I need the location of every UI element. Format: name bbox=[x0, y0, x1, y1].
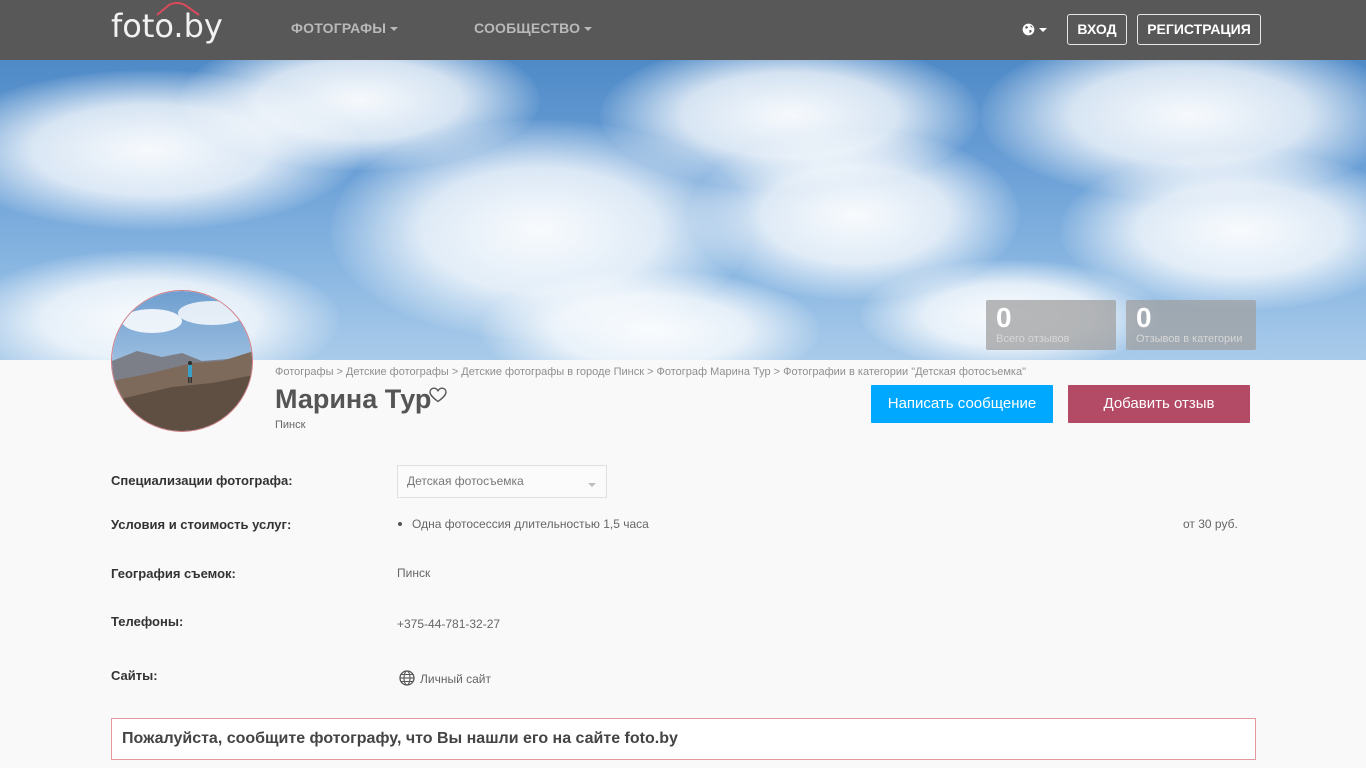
total-reviews-stat: 0 Всего отзывов bbox=[986, 300, 1116, 350]
breadcrumb-separator: > bbox=[773, 366, 781, 378]
chevron-down-icon bbox=[1039, 27, 1047, 32]
geography-label: География съемок: bbox=[111, 566, 236, 581]
photographer-city: Пинск bbox=[275, 419, 306, 431]
sites-label: Сайты: bbox=[111, 668, 158, 683]
breadcrumb-item: Фотографии в категории "Детская фотосъем… bbox=[783, 366, 1027, 378]
breadcrumb: Фотографы > Детские фотографы > Детские фото… bbox=[275, 366, 1026, 378]
breadcrumb-item[interactable]: Фотографы bbox=[275, 366, 333, 378]
register-button[interactable]: Регистрация bbox=[1137, 14, 1261, 45]
nav-photographers-label[interactable]: Фотографы bbox=[291, 20, 386, 36]
add-review-button[interactable]: Добавить отзыв bbox=[1068, 385, 1250, 423]
login-button[interactable]: Вход bbox=[1067, 14, 1127, 45]
avatar-photo bbox=[112, 291, 252, 431]
site-globe-icon bbox=[399, 670, 415, 686]
personal-site-link[interactable]: Личный сайт bbox=[420, 672, 491, 686]
heart-icon[interactable] bbox=[429, 387, 447, 403]
phone-value[interactable]: +375-44-781-32-27 bbox=[397, 617, 500, 631]
logo-roof-icon bbox=[156, 2, 200, 16]
breadcrumb-item[interactable]: Детские фотографы bbox=[346, 366, 449, 378]
breadcrumb-separator: > bbox=[451, 366, 459, 378]
chevron-down-icon bbox=[390, 27, 399, 32]
avatar[interactable] bbox=[111, 290, 253, 432]
specializations-label: Специализации фотографа: bbox=[111, 473, 293, 488]
nav-photographers-menu[interactable]: Фотографы bbox=[291, 20, 399, 36]
breadcrumb-item[interactable]: Детские фотографы в городе Пинск bbox=[461, 366, 644, 378]
service-price: от 30 руб. bbox=[1183, 517, 1238, 531]
category-reviews-label: Отзывов в категории bbox=[1136, 333, 1243, 345]
breadcrumb-separator: > bbox=[647, 366, 654, 378]
service-item: Одна фотосессия длительностью 1,5 часа bbox=[412, 517, 649, 531]
language-selector[interactable] bbox=[1022, 21, 1047, 39]
notice-banner: Пожалуйста, сообщите фотографу, что Вы н… bbox=[111, 718, 1256, 760]
site-logo[interactable]: foto.by bbox=[111, 2, 223, 48]
chevron-down-icon bbox=[584, 27, 593, 32]
phones-label: Телефоны: bbox=[111, 614, 184, 629]
services-label: Условия и стоимость услуг: bbox=[111, 517, 292, 532]
list-bullet bbox=[398, 522, 402, 526]
total-reviews-label: Всего отзывов bbox=[996, 333, 1070, 345]
specialization-selected-value[interactable]: Детская фотосъемка bbox=[407, 474, 524, 488]
globe-icon bbox=[1022, 23, 1035, 36]
category-reviews-stat: 0 Отзывов в категории bbox=[1126, 300, 1256, 350]
breadcrumb-item[interactable]: Фотограф Марина Тур bbox=[657, 366, 771, 378]
write-message-button[interactable]: Написать сообщение bbox=[871, 385, 1053, 423]
geography-value: Пинск bbox=[397, 566, 431, 580]
breadcrumb-separator: > bbox=[336, 366, 343, 378]
nav-community-label[interactable]: Сообщество bbox=[474, 20, 580, 36]
category-reviews-count: 0 bbox=[1136, 302, 1152, 333]
specialization-select[interactable]: Детская фотосъемка bbox=[397, 465, 607, 498]
top-navbar: foto.by Фотографы Сообщество Вход Регист… bbox=[0, 0, 1366, 60]
total-reviews-count: 0 bbox=[996, 302, 1012, 333]
nav-community-menu[interactable]: Сообщество bbox=[474, 20, 593, 36]
photographer-name: Марина Тур bbox=[275, 384, 432, 414]
chevron-down-icon bbox=[588, 483, 596, 487]
